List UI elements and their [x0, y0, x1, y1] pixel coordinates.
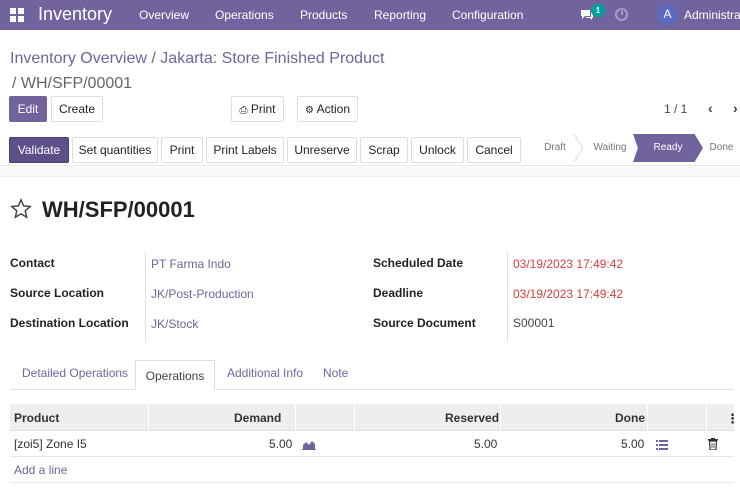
source-location-value[interactable]: JK/Post-Production	[151, 287, 254, 301]
column-separator	[354, 404, 355, 431]
column-separator	[148, 404, 149, 431]
tabs-divider	[10, 389, 734, 390]
chevron-left-icon[interactable]: ‹	[708, 100, 713, 116]
menu-configuration[interactable]: Configuration	[452, 8, 523, 22]
deadline-label: Deadline	[373, 286, 424, 300]
gear-icon: ⚙	[305, 105, 314, 116]
column-separator	[647, 404, 648, 431]
row-product[interactable]: [zoi5] Zone I5	[14, 437, 87, 451]
column-done[interactable]: Done	[615, 411, 645, 425]
breadcrumb-separator: /	[151, 50, 156, 67]
column-separator	[706, 404, 707, 431]
source-location-label: Source Location	[10, 286, 105, 300]
scrap-button[interactable]: Scrap	[360, 137, 408, 163]
column-demand[interactable]: Demand	[234, 411, 281, 425]
menu-reporting[interactable]: Reporting	[374, 8, 426, 22]
set-quantities-button[interactable]: Set quantities	[72, 137, 158, 163]
tab-note[interactable]: Note	[323, 366, 348, 380]
forecast-graph-icon[interactable]	[302, 438, 316, 450]
record-title: WH/SFP/00001	[42, 197, 195, 222]
column-reserved[interactable]: Reserved	[445, 411, 499, 425]
avatar[interactable]: A	[657, 4, 678, 25]
cancel-button[interactable]: Cancel	[467, 137, 521, 163]
star-icon[interactable]	[10, 198, 32, 220]
action-dropdown-label: Action	[316, 102, 350, 116]
print-labels-button[interactable]: Print Labels	[206, 137, 284, 163]
stage-separator	[573, 134, 584, 162]
printer-icon: ⎙	[239, 105, 248, 116]
trash-icon[interactable]	[708, 438, 718, 450]
tab-detailed-operations[interactable]: Detailed Operations	[22, 366, 128, 380]
print-dropdown-label: Print	[250, 102, 276, 116]
row-done[interactable]: 5.00	[621, 437, 644, 451]
column-separator	[295, 404, 296, 431]
scheduled-date-value: 03/19/2023 17:49:42	[513, 257, 624, 271]
contact-value[interactable]: PT Farma Indo	[151, 257, 231, 271]
top-navbar: Inventory Overview Operations Products R…	[0, 0, 740, 30]
scheduled-date-label: Scheduled Date	[373, 256, 464, 270]
sheet-top-border	[0, 167, 740, 177]
stage-done: Done	[709, 142, 734, 153]
menu-products[interactable]: Products	[300, 8, 347, 22]
contact-label: Contact	[10, 256, 55, 270]
row-divider	[10, 482, 734, 483]
row-demand[interactable]: 5.00	[269, 437, 292, 451]
create-button[interactable]: Create	[51, 96, 103, 122]
tab-operations[interactable]: Operations	[135, 360, 215, 390]
activity-clock-icon[interactable]	[615, 8, 628, 21]
add-a-line-link[interactable]: Add a line	[14, 463, 67, 477]
source-document-label: Source Document	[373, 316, 476, 330]
field-divider	[145, 252, 146, 342]
column-separator	[500, 404, 501, 431]
user-name[interactable]: Administrator	[684, 8, 740, 22]
stage-ready: Ready	[633, 134, 703, 162]
tab-additional-info[interactable]: Additional Info	[227, 366, 303, 380]
destination-location-label: Destination Location	[10, 316, 129, 330]
pager-value[interactable]: 1 / 1	[664, 102, 687, 116]
action-dropdown[interactable]: ⚙ Action	[297, 96, 358, 122]
unreserve-button[interactable]: Unreserve	[287, 137, 357, 163]
breadcrumb-store-finished-product[interactable]: Jakarta: Store Finished Product	[160, 50, 384, 67]
menu-overview[interactable]: Overview	[139, 8, 189, 22]
stage-waiting: Waiting	[593, 142, 627, 153]
breadcrumb: Inventory Overview / Jakarta: Store Fini…	[10, 46, 410, 96]
unlock-button[interactable]: Unlock	[411, 137, 464, 163]
deadline-value: 03/19/2023 17:49:42	[513, 287, 624, 301]
source-document-value: S00001	[513, 316, 555, 330]
apps-menu-icon[interactable]	[10, 8, 24, 22]
app-name[interactable]: Inventory	[38, 4, 112, 25]
row-reserved[interactable]: 5.00	[474, 437, 497, 451]
column-product[interactable]: Product	[14, 411, 59, 425]
chevron-right-icon[interactable]: ›	[733, 100, 738, 116]
breadcrumb-current: / WH/SFP/00001	[12, 75, 133, 92]
field-divider	[507, 252, 508, 342]
validate-button[interactable]: Validate	[9, 137, 69, 163]
menu-operations[interactable]: Operations	[215, 8, 274, 22]
destination-location-value[interactable]: JK/Stock	[151, 317, 198, 331]
edit-button[interactable]: Edit	[9, 96, 47, 122]
chat-badge: 1	[591, 4, 605, 17]
print-dropdown[interactable]: ⎙ Print	[231, 96, 284, 122]
print-button[interactable]: Print	[161, 137, 203, 163]
row-divider	[10, 456, 734, 457]
breadcrumb-inventory-overview[interactable]: Inventory Overview	[10, 50, 147, 67]
optional-columns-icon[interactable]: ⋮	[726, 411, 739, 427]
detailed-operations-list-icon[interactable]	[656, 440, 668, 450]
